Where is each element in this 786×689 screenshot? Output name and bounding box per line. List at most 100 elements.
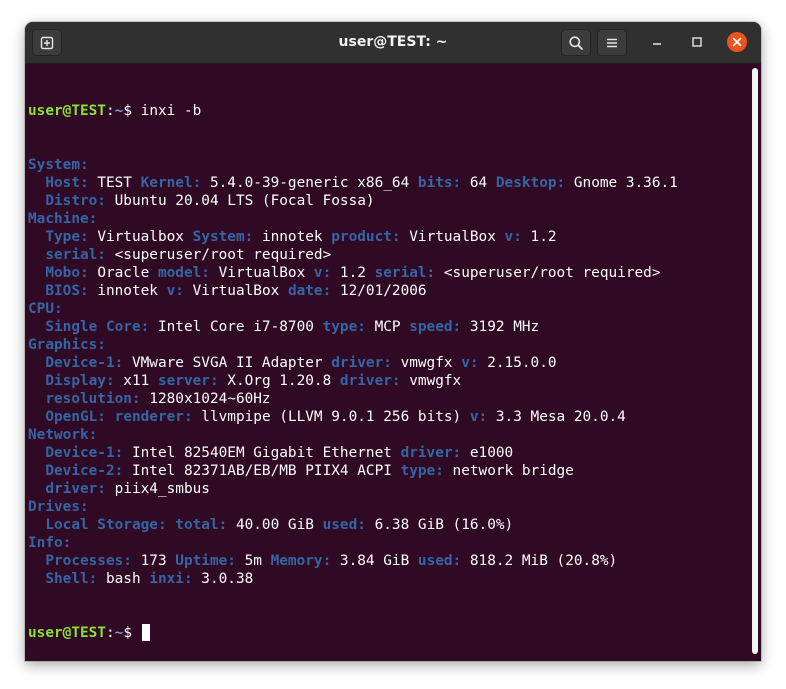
output-value: 173 (131, 553, 176, 569)
output-value: VirtualBox (209, 265, 314, 281)
output-key: Machine: (28, 211, 98, 227)
output-key: driver: (400, 445, 462, 461)
output-value: e1000 (461, 445, 514, 461)
terminal-window: user@TEST: ~ user@TEST:~$ inxi -b System… (25, 22, 761, 661)
output-value (28, 463, 45, 479)
prompt-symbol: $ (123, 625, 141, 641)
output-value: Ubuntu 20.04 LTS (Focal Fossa) (105, 193, 375, 209)
output-value: 1280x1024~60Hz (140, 391, 271, 407)
output-line: Mobo: Oracle model: VirtualBox v: 1.2 se… (28, 264, 749, 282)
output-value: piix4_smbus (105, 481, 210, 497)
output-value (28, 283, 45, 299)
output-line: driver: piix4_smbus (28, 480, 749, 498)
hamburger-menu-icon (604, 35, 620, 51)
output-key: driver: (339, 373, 401, 389)
output-value: Oracle (88, 265, 158, 281)
maximize-icon (691, 36, 703, 48)
output-key: Display: (45, 373, 115, 389)
output-key: server: (157, 373, 219, 389)
output-value (28, 355, 45, 371)
output-key: CPU: (28, 301, 63, 317)
maximize-button[interactable] (686, 31, 708, 53)
output-key: inxi: (149, 571, 193, 587)
output-value (28, 553, 45, 569)
output-key: total: (175, 517, 228, 533)
output-value: 40.00 GiB (227, 517, 323, 533)
output-line: Info: (28, 534, 749, 552)
output-value (28, 517, 45, 533)
output-value: llvmpipe (LLVM 9.0.1 256 bits) (192, 409, 470, 425)
output-key: used: (417, 553, 462, 569)
output-line: System: (28, 156, 749, 174)
output-key: Shell: (45, 571, 98, 587)
prompt-user: user@TEST (28, 625, 106, 641)
output-value: 2.15.0.0 (478, 355, 557, 371)
output-value: Intel 82540EM Gigabit Ethernet (123, 445, 401, 461)
output-key: v: (166, 283, 184, 299)
output-value (28, 175, 45, 191)
output-key: Graphics: (28, 337, 106, 353)
output-key: Uptime: (175, 553, 236, 569)
output-key: Kernel: (140, 175, 202, 191)
output-key: Single Core: (45, 319, 150, 335)
output-value: 3.3 Mesa 20.0.4 (487, 409, 626, 425)
output-line: serial: <superuser/root required> (28, 246, 749, 264)
output-key: Device-1: (45, 445, 124, 461)
output-value (28, 571, 45, 587)
minimize-button[interactable] (646, 31, 668, 53)
output-key: BIOS: (45, 283, 89, 299)
close-button[interactable] (726, 31, 748, 53)
output-line: Distro: Ubuntu 20.04 LTS (Focal Fossa) (28, 192, 749, 210)
output-value: network bridge (443, 463, 574, 479)
output-value (28, 391, 45, 407)
output-key: System: (192, 229, 254, 245)
output-key: Drives: (28, 499, 89, 515)
output-key: Network: (28, 427, 98, 443)
output-value: 1.2 (331, 265, 375, 281)
output-line: Device-1: VMware SVGA II Adapter driver:… (28, 354, 749, 372)
output-value: 1.2 (521, 229, 557, 245)
output-key: type: (322, 319, 366, 335)
output-value: 12/01/2006 (331, 283, 427, 299)
output-value (28, 247, 45, 263)
output-line: Shell: bash inxi: 3.0.38 (28, 570, 749, 588)
output-value: Intel 82371AB/EB/MB PIIX4 ACPI (123, 463, 401, 479)
output-line: Machine: (28, 210, 749, 228)
output-key: System: (28, 157, 89, 173)
output-key: Device-2: (45, 463, 124, 479)
output-value (106, 409, 115, 425)
output-line: BIOS: innotek v: VirtualBox date: 12/01/… (28, 282, 749, 300)
output-line: Drives: (28, 498, 749, 516)
output-value: 64 (461, 175, 496, 191)
output-value: VirtualBox (400, 229, 505, 245)
output-key: v: (461, 355, 479, 371)
search-button[interactable] (561, 29, 591, 56)
output-key: Device-1: (45, 355, 124, 371)
output-key: product: (331, 229, 401, 245)
output-key: type: (400, 463, 444, 479)
prompt-user: user@TEST (28, 103, 106, 119)
output-value: TEST (88, 175, 141, 191)
output-value: x11 (114, 373, 158, 389)
output-line: Device-1: Intel 82540EM Gigabit Ethernet… (28, 444, 749, 462)
output-key: v: (313, 265, 332, 281)
output-key: Processes: (45, 553, 132, 569)
output-key: serial: (45, 247, 106, 263)
output-value: X.Org 1.20.8 (218, 373, 340, 389)
command-output: System: Host: TEST Kernel: 5.4.0-39-gene… (28, 156, 749, 588)
title-bar[interactable]: user@TEST: ~ (25, 22, 761, 64)
output-value (28, 481, 45, 497)
output-value: Intel Core i7-8700 (149, 319, 323, 335)
output-key: Host: (45, 175, 89, 191)
text-cursor (141, 624, 150, 641)
output-key: resolution: (45, 391, 141, 407)
output-key: Info: (28, 535, 72, 551)
prompt-line-current: user@TEST:~$ (28, 624, 749, 642)
prompt-symbol: $ (123, 103, 141, 119)
output-value (28, 409, 45, 425)
scrollbar[interactable] (752, 68, 758, 654)
menu-button[interactable] (597, 29, 627, 56)
terminal-output[interactable]: user@TEST:~$ inxi -b System: Host: TEST … (25, 64, 749, 661)
output-key: date: (287, 283, 332, 299)
output-value: innotek (253, 229, 332, 245)
